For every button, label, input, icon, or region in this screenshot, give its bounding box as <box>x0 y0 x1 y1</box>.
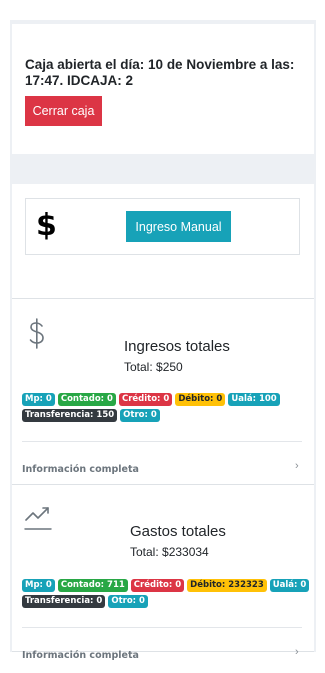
expense-summary-card: Gastos totales Total: $233034 Mp: 0 Cont… <box>12 484 314 661</box>
income-badges: Mp: 0 Contado: 0 Crédito: 0 Débito: 0 Ua… <box>22 393 312 422</box>
chevron-right-icon[interactable]: › <box>295 460 299 472</box>
close-register-button[interactable]: Cerrar caja <box>25 96 102 126</box>
expense-badge-credito: Crédito: 0 <box>130 579 185 592</box>
trend-line-icon <box>24 507 52 530</box>
expense-badge-uala: Ualá: 0 <box>269 579 310 592</box>
income-badge-otro: Otro: 0 <box>120 409 160 422</box>
income-badge-transferencia: Transferencia: 150 <box>22 409 118 422</box>
expense-badges: Mp: 0 Contado: 711 Crédito: 0 Débito: 23… <box>22 579 312 608</box>
income-badge-mp: Mp: 0 <box>22 393 55 406</box>
expense-badge-debito: Débito: 232323 <box>187 579 267 592</box>
expense-details-link[interactable]: Información completa <box>22 650 139 661</box>
chevron-right-icon[interactable]: › <box>295 646 299 658</box>
manual-income-panel: $ Ingreso Manual <box>12 184 314 304</box>
expense-badge-contado: Contado: 711 <box>57 579 128 592</box>
dollar-icon <box>29 318 44 349</box>
expense-title: Gastos totales <box>130 523 226 540</box>
expense-badge-mp: Mp: 0 <box>22 579 55 592</box>
expense-divider <box>22 627 302 628</box>
expense-total: Total: $233034 <box>130 545 209 559</box>
income-details-link[interactable]: Información completa <box>22 464 139 475</box>
dollar-icon: $ <box>36 208 57 243</box>
income-badge-credito: Crédito: 0 <box>118 393 173 406</box>
manual-income-box: $ Ingreso Manual <box>25 198 300 255</box>
income-badge-contado: Contado: 0 <box>57 393 116 406</box>
income-divider <box>22 441 302 442</box>
manual-income-button[interactable]: Ingreso Manual <box>126 211 231 242</box>
caja-status-text: Caja abierta el día: 10 de Noviembre a l… <box>25 57 295 88</box>
income-badge-uala: Ualá: 100 <box>228 393 280 406</box>
page-background: Caja abierta el día: 10 de Noviembre a l… <box>10 20 316 661</box>
expense-badge-otro: Otro: 0 <box>108 595 148 608</box>
income-badge-debito: Débito: 0 <box>175 393 226 406</box>
income-total: Total: $250 <box>124 360 183 374</box>
caja-status-panel: Caja abierta el día: 10 de Noviembre a l… <box>12 24 314 154</box>
income-summary-card: Ingresos totales Total: $250 Mp: 0 Conta… <box>12 298 314 486</box>
income-title: Ingresos totales <box>124 338 230 355</box>
expense-badge-transferencia: Transferencia: 0 <box>22 595 106 608</box>
